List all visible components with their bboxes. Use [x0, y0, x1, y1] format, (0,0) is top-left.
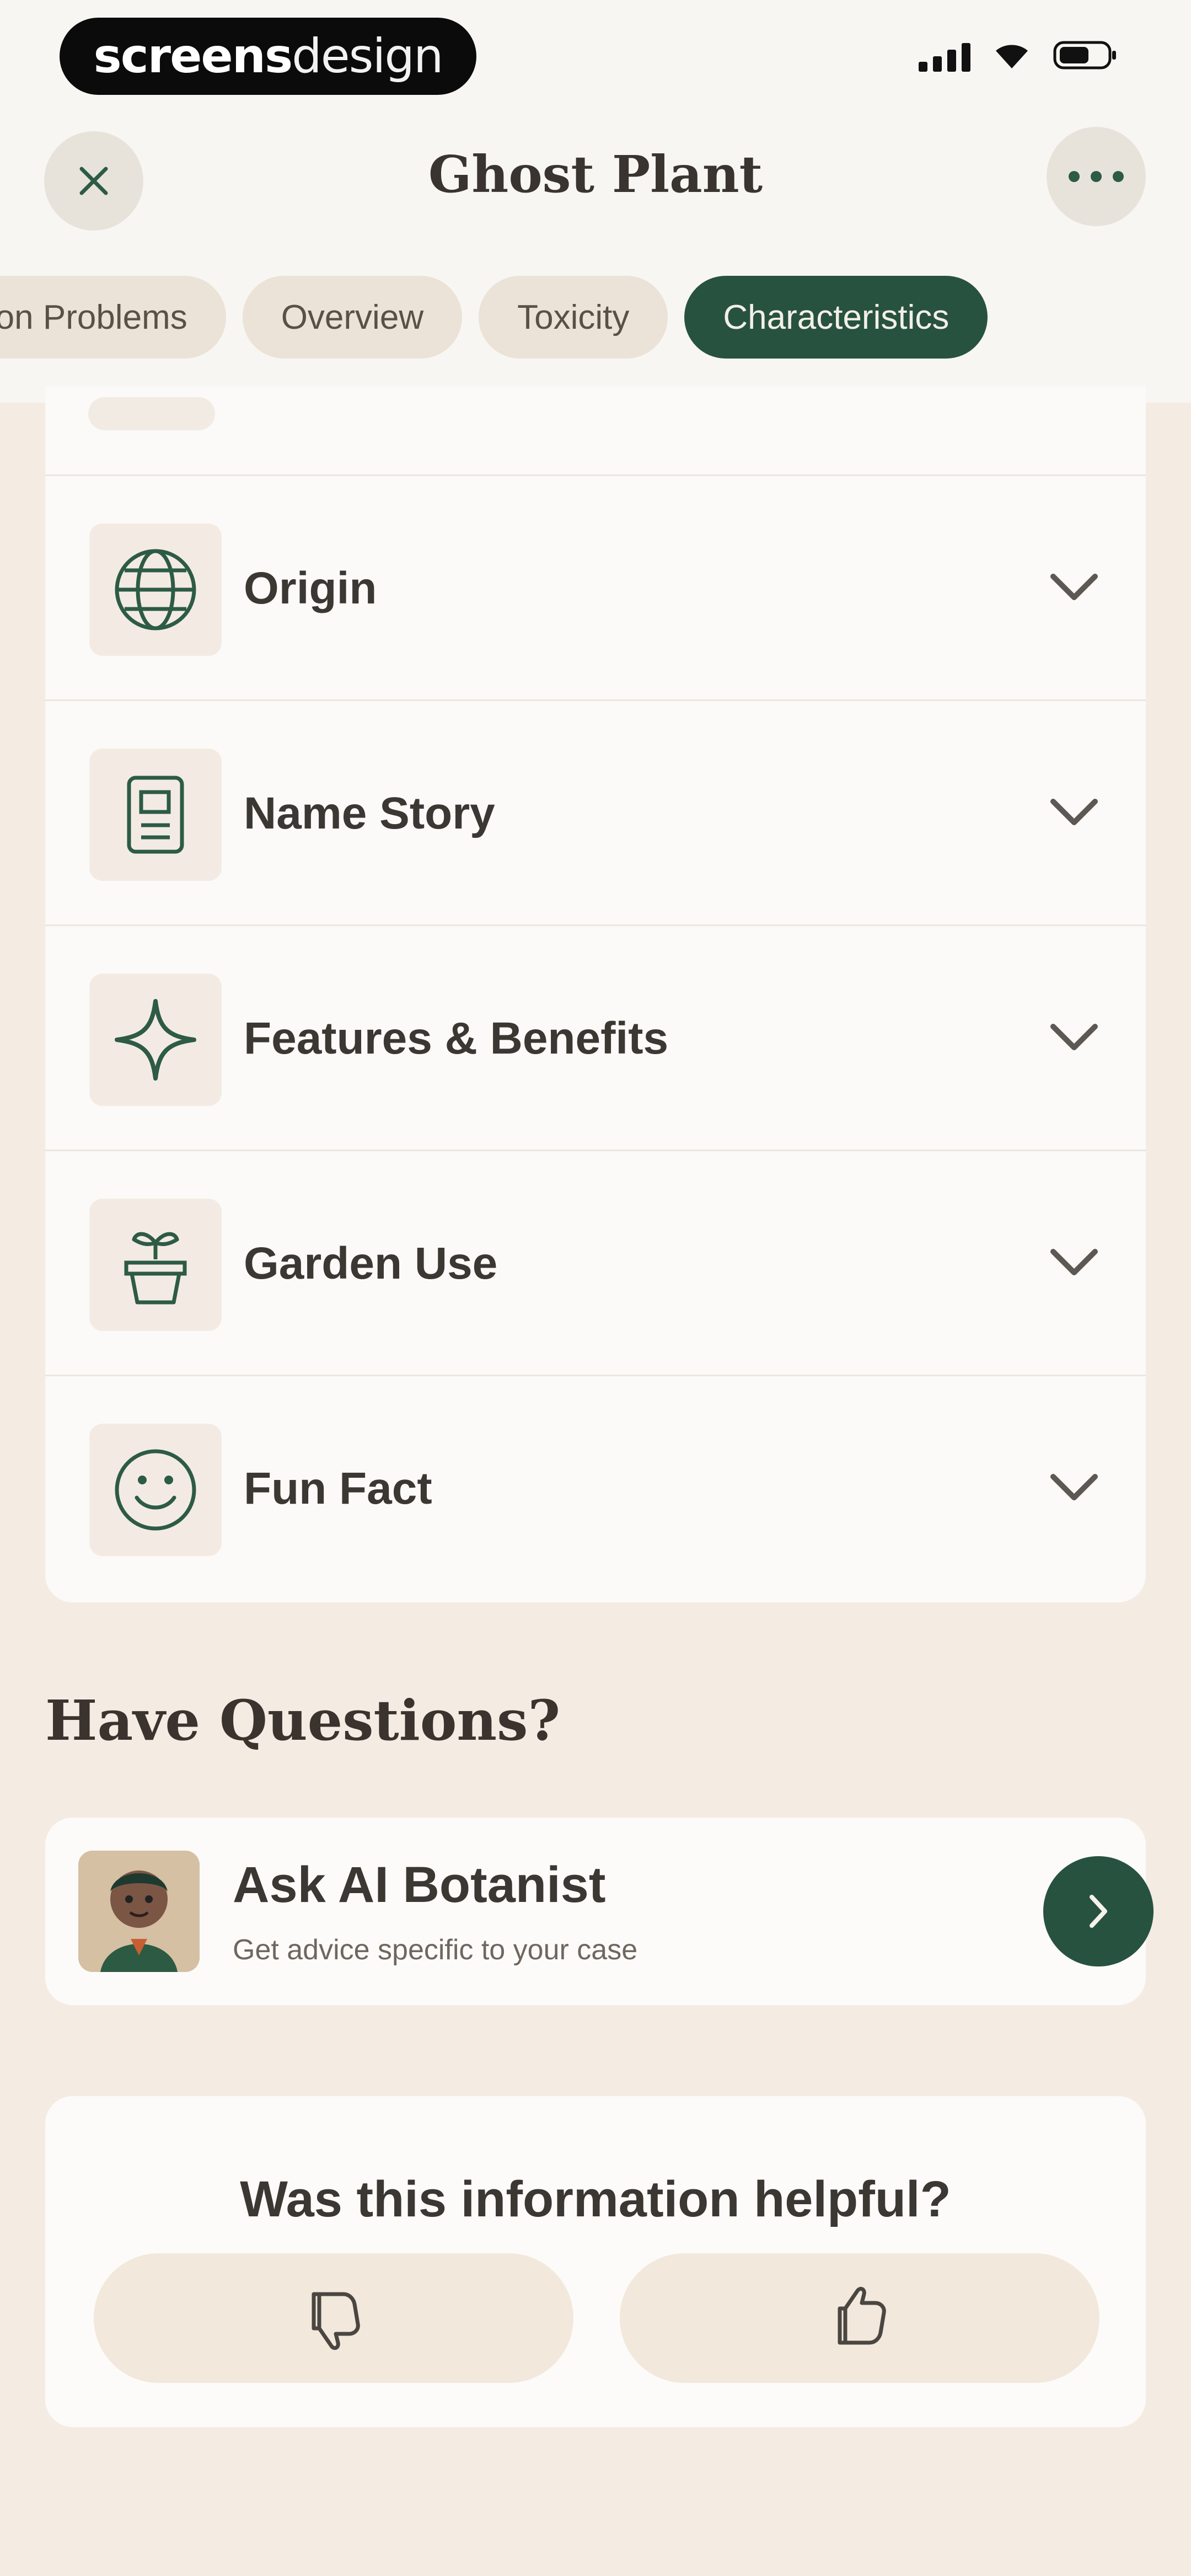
thumbs-down-button[interactable] — [94, 2253, 573, 2383]
plant-pot-icon — [89, 1199, 222, 1331]
chevron-down-icon — [1050, 799, 1098, 825]
chevron-down-icon — [1050, 1024, 1098, 1050]
thumbs-down-icon — [312, 2292, 360, 2350]
previous-row-fade — [88, 397, 215, 430]
ask-ai-subtitle: Get advice specific to your case — [233, 1934, 638, 1966]
tab-bar: mon Problems Overview Toxicity Character… — [0, 276, 988, 359]
bottom-spacer — [0, 2427, 1191, 2576]
chevron-down-icon — [1050, 574, 1098, 600]
questions-heading: Have Questions? — [45, 1688, 561, 1753]
section-label: Fun Fact — [244, 1463, 432, 1514]
sparkle-icon — [89, 974, 222, 1106]
brand-prefix: screens — [93, 29, 293, 84]
more-icon — [1069, 171, 1124, 182]
thumbs-up-icon — [838, 2286, 886, 2344]
tab-characteristics[interactable]: Characteristics — [684, 276, 988, 359]
screen: screens design Ghost Plant on Problems O… — [0, 0, 1191, 2576]
page-title: Ghost Plant — [428, 145, 763, 204]
globe-icon — [89, 523, 222, 656]
ask-ai-botanist-card[interactable]: Ask AI Botanist Get advice specific to y… — [45, 1818, 1154, 2005]
section-label: Features & Benefits — [244, 1013, 669, 1063]
tab-toxicity[interactable]: Toxicity — [479, 276, 668, 359]
wifi-icon — [993, 40, 1031, 71]
ask-ai-title: Ask AI Botanist — [233, 1857, 606, 1913]
more-options-button[interactable] — [1047, 127, 1146, 226]
document-icon — [89, 749, 222, 881]
section-label: Origin — [244, 563, 377, 613]
section-row-origin[interactable]: Origin — [45, 474, 1146, 699]
ask-ai-arrow-button[interactable] — [1043, 1856, 1154, 1966]
thumbs-up-button[interactable] — [620, 2253, 1099, 2383]
status-bar-icons — [919, 39, 1119, 72]
section-row-name-story[interactable]: Name Story — [45, 699, 1146, 924]
section-row-fun-fact[interactable]: Fun Fact — [45, 1375, 1146, 1600]
section-label: Name Story — [244, 788, 495, 838]
chevron-down-icon — [1050, 1249, 1098, 1275]
tab-common-problems[interactable]: mon Problems — [0, 276, 226, 359]
signal-icon — [919, 39, 970, 72]
brand-badge: screens design — [60, 18, 476, 95]
chevron-right-icon — [1090, 1895, 1107, 1928]
section-label: Garden Use — [244, 1238, 498, 1289]
tab-overview[interactable]: Overview — [242, 276, 463, 359]
smile-icon — [89, 1424, 222, 1556]
chevron-down-icon — [1050, 1474, 1098, 1500]
section-row-features-benefits[interactable]: Features & Benefits — [45, 924, 1146, 1150]
brand-suffix: design — [292, 29, 443, 84]
section-row-garden-use[interactable]: Garden Use — [45, 1150, 1146, 1375]
feedback-question: Was this information helpful? — [240, 2171, 951, 2227]
battery-icon — [1053, 40, 1119, 71]
botanist-avatar — [78, 1851, 200, 1972]
header: screens design Ghost Plant on Problems O… — [0, 0, 1191, 403]
characteristics-list: Origin Name Story Features & Benefits Ga… — [45, 386, 1146, 1602]
feedback-card: Was this information helpful? — [45, 2096, 1146, 2427]
